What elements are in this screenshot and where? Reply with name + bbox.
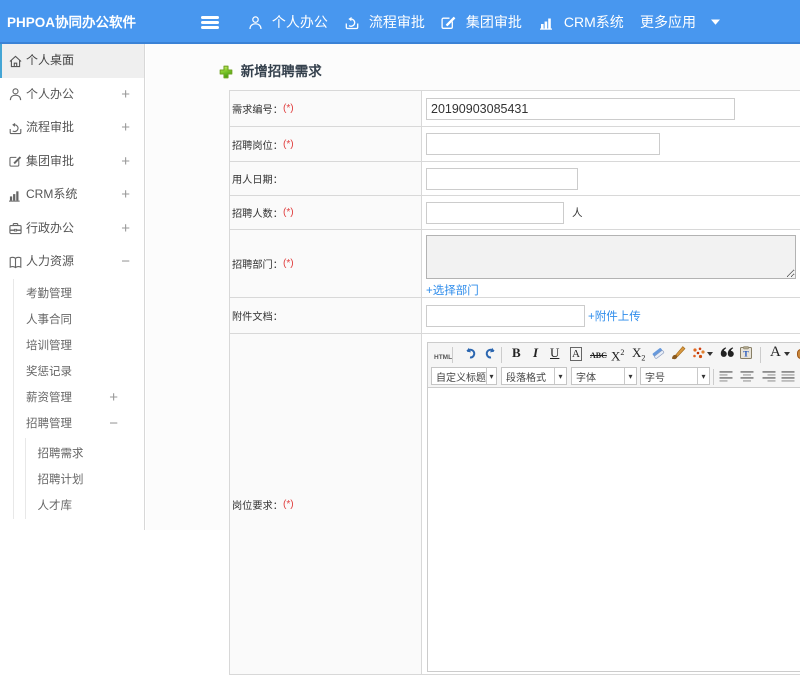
svg-text:T: T (743, 349, 749, 359)
